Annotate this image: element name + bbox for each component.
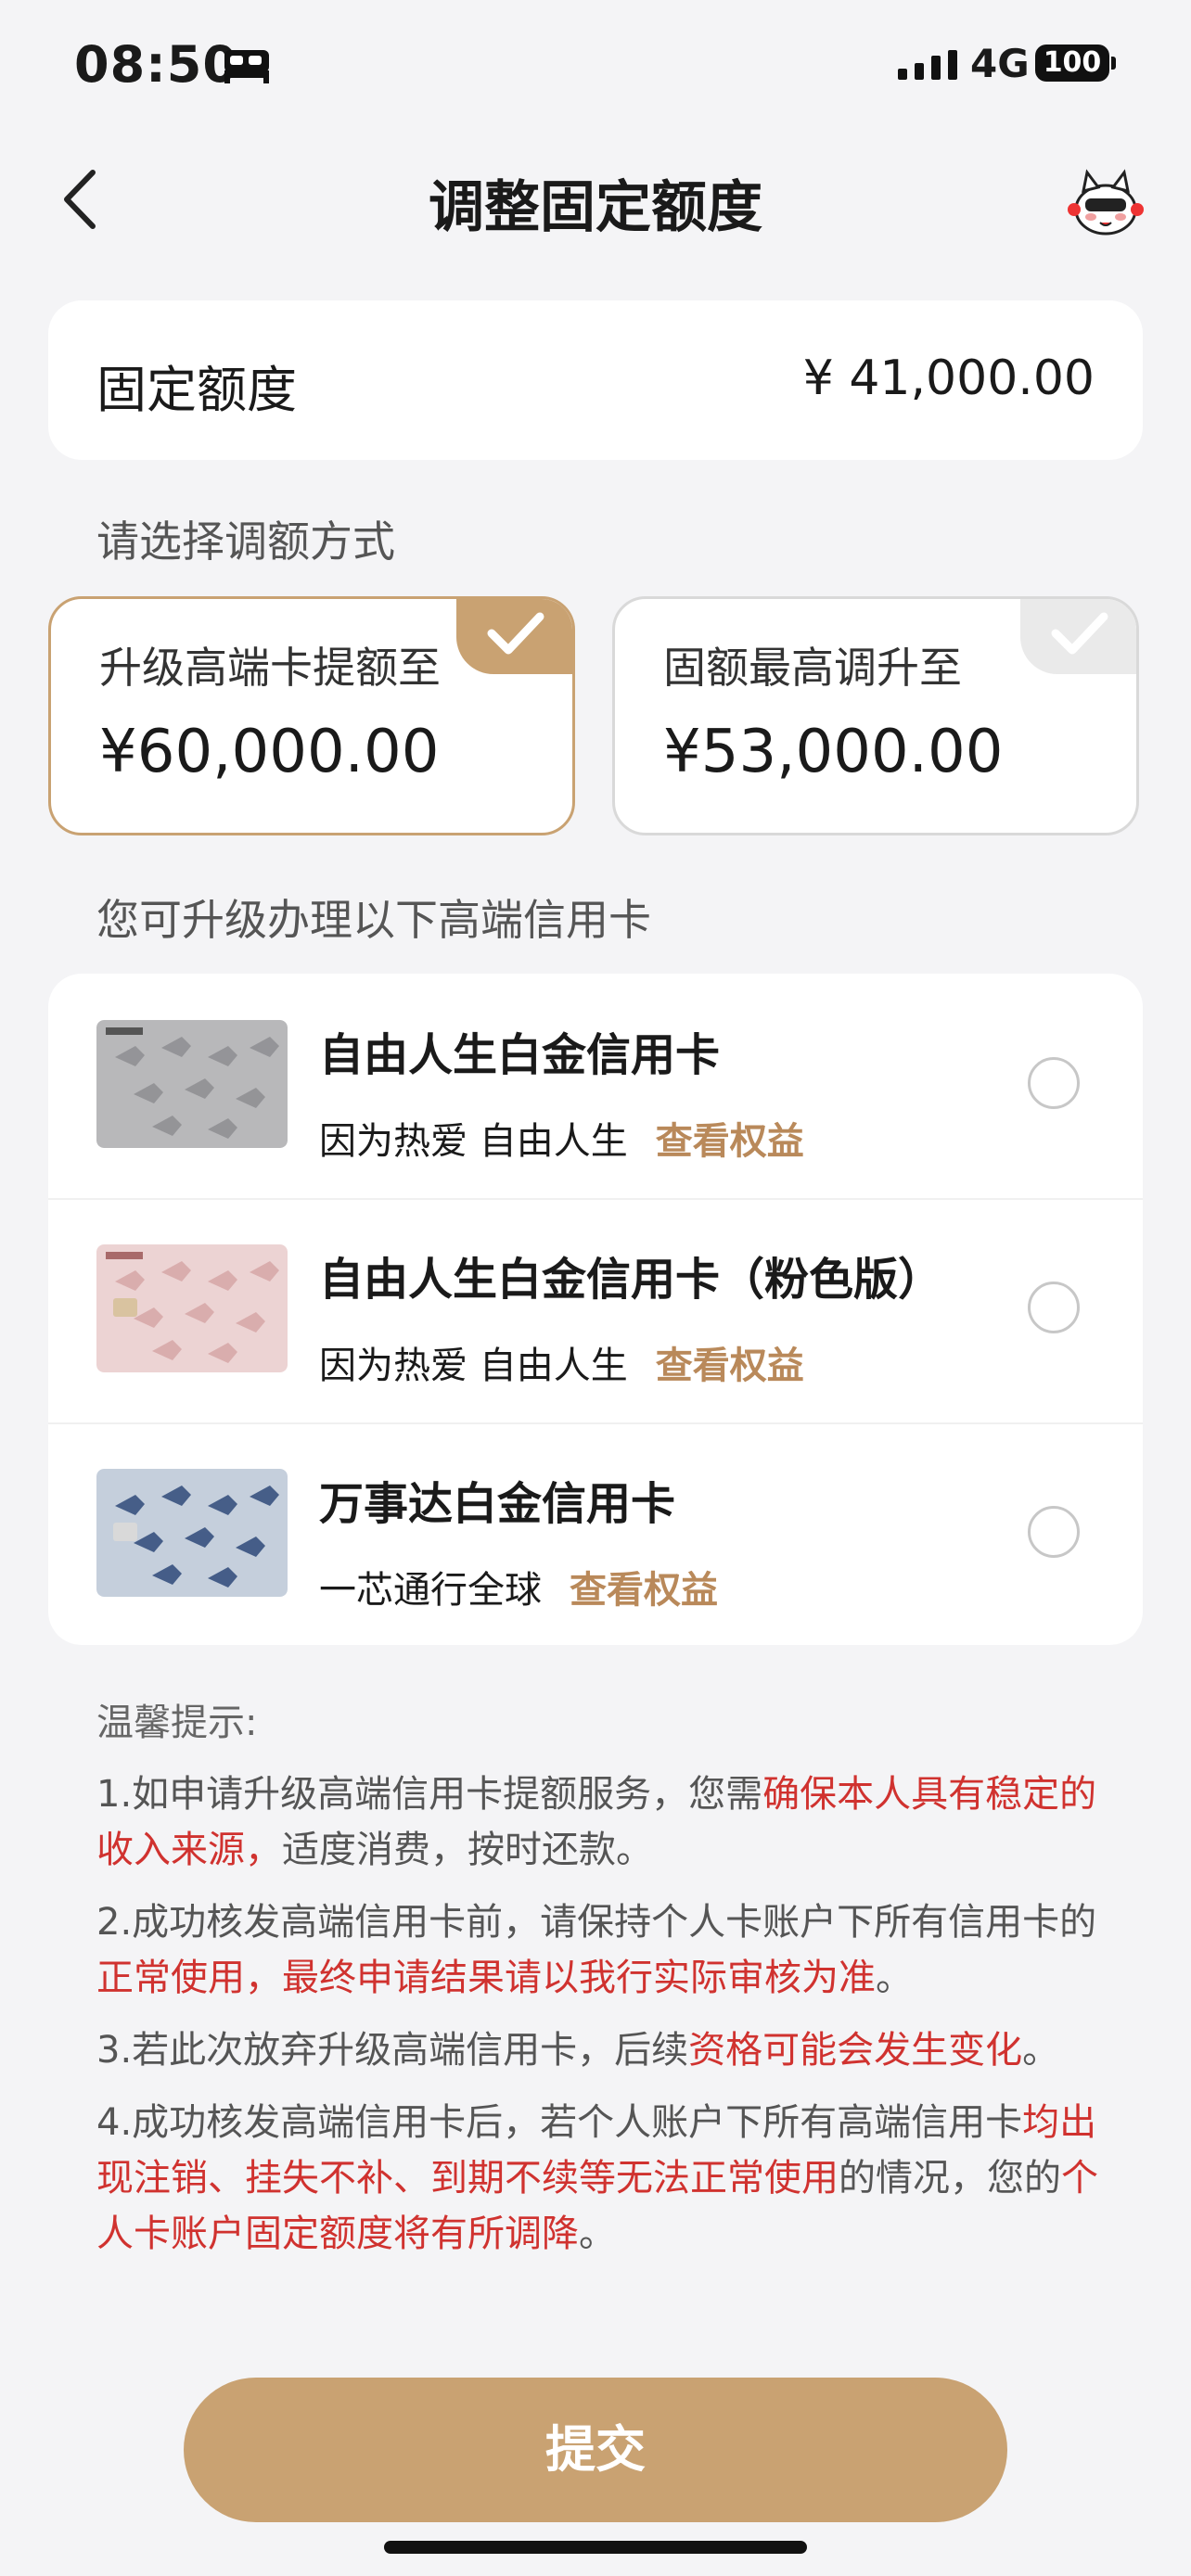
battery-cap xyxy=(1111,57,1116,70)
home-indicator xyxy=(384,2541,807,2554)
option-check-badge xyxy=(1020,599,1136,674)
tip-text: 3.若此次放弃升级高端信用卡，后续 xyxy=(96,2029,689,2072)
sleep-focus-icon xyxy=(224,50,269,83)
tips-section: 温馨提示: 1.如申请升级高端信用卡提额服务，您需确保本人具有稳定的收入来源，适… xyxy=(96,1692,1098,2278)
tip-item: 4.成功核发高端信用卡后，若个人账户下所有高端信用卡均出现注销、挂失不补、到期不… xyxy=(96,2095,1098,2262)
credit-card-image xyxy=(96,1020,288,1148)
tip-text: 4.成功核发高端信用卡后，若个人账户下所有高端信用卡 xyxy=(96,2101,1023,2144)
list-item-card-1[interactable]: 自由人生白金信用卡 因为热爱 自由人生 查看权益 xyxy=(48,974,1143,1200)
option-title: 升级高端卡提额至 xyxy=(99,643,441,693)
assistant-mascot-icon[interactable] xyxy=(1067,167,1145,237)
tip-item: 3.若此次放弃升级高端信用卡，后续资格可能会发生变化。 xyxy=(96,2022,1098,2078)
option-upgrade-card[interactable]: 升级高端卡提额至 ¥60,000.00 xyxy=(48,596,575,835)
tip-text: 适度消费，按时还款。 xyxy=(282,1829,653,1871)
tip-highlight: 正常使用，最终申请结果请以我行实际审核为准 xyxy=(96,1957,876,1999)
card-tagline: 因为热爱 自由人生 xyxy=(319,1345,628,1387)
cards-section-label: 您可升级办理以下高端信用卡 xyxy=(96,895,651,945)
tip-highlight: 资格可能会发生变化 xyxy=(688,2029,1023,2072)
page-title: 调整固定额度 xyxy=(429,175,762,240)
option-title: 固额最高调升至 xyxy=(663,643,962,693)
status-time: 08:50 xyxy=(74,35,238,94)
card-tagline: 一芯通行全球 xyxy=(319,1569,542,1612)
battery-icon: 100 xyxy=(1035,45,1109,82)
fixed-quota-label: 固定额度 xyxy=(96,361,297,419)
card-radio-button[interactable] xyxy=(1028,1282,1080,1333)
credit-card-image xyxy=(96,1469,288,1597)
card-description: 一芯通行全球 查看权益 xyxy=(319,1560,718,1613)
view-benefits-link[interactable]: 查看权益 xyxy=(570,1569,718,1612)
option-amount: ¥60,000.00 xyxy=(99,718,440,786)
tip-item: 1.如申请升级高端信用卡提额服务，您需确保本人具有稳定的收入来源，适度消费，按时… xyxy=(96,1766,1098,1878)
signal-icon xyxy=(898,50,957,80)
tip-text: 。 xyxy=(876,1957,913,1999)
tip-text: 1.如申请升级高端信用卡提额服务，您需 xyxy=(96,1773,763,1816)
card-name: 自由人生白金信用卡（粉色版） xyxy=(319,1254,943,1306)
submit-button[interactable]: 提交 xyxy=(184,2378,1007,2522)
status-bar: 08:50 4G 100 xyxy=(0,0,1191,130)
option-amount: ¥53,000.00 xyxy=(663,718,1004,786)
tip-text: 的情况，您的 xyxy=(839,2157,1061,2200)
tip-item: 2.成功核发高端信用卡前，请保持个人卡账户下所有信用卡的正常使用，最终申请结果请… xyxy=(96,1894,1098,2006)
credit-card-list: 自由人生白金信用卡 因为热爱 自由人生 查看权益 自由人生白金信用卡（粉色版） 因… xyxy=(48,974,1143,1645)
card-radio-button[interactable] xyxy=(1028,1506,1080,1558)
tip-text: 2.成功核发高端信用卡前，请保持个人卡账户下所有信用卡的 xyxy=(96,1901,1097,1944)
tips-title: 温馨提示: xyxy=(96,1702,258,1744)
nav-bar: 调整固定额度 xyxy=(0,139,1191,260)
network-type: 4G xyxy=(970,41,1030,86)
card-name: 万事达白金信用卡 xyxy=(319,1478,676,1530)
card-name: 自由人生白金信用卡 xyxy=(319,1029,721,1081)
card-tagline: 因为热爱 自由人生 xyxy=(319,1120,628,1163)
view-benefits-link[interactable]: 查看权益 xyxy=(656,1345,804,1387)
tip-text: 。 xyxy=(1022,2029,1060,2072)
checkmark-icon xyxy=(487,612,544,655)
card-radio-button[interactable] xyxy=(1028,1057,1080,1109)
view-benefits-link[interactable]: 查看权益 xyxy=(656,1120,804,1163)
card-description: 因为热爱 自由人生 查看权益 xyxy=(319,1335,804,1389)
fixed-quota-card: 固定额度 ¥ 41,000.00 xyxy=(48,300,1143,460)
credit-card-image xyxy=(96,1244,288,1372)
card-description: 因为热爱 自由人生 查看权益 xyxy=(319,1111,804,1165)
list-item-card-2[interactable]: 自由人生白金信用卡（粉色版） 因为热爱 自由人生 查看权益 xyxy=(48,1198,1143,1424)
tip-text: 。 xyxy=(579,2213,616,2255)
option-check-badge xyxy=(456,599,572,674)
checkmark-icon xyxy=(1051,612,1108,655)
list-item-card-3[interactable]: 万事达白金信用卡 一芯通行全球 查看权益 xyxy=(48,1422,1143,1645)
option-max-increase[interactable]: 固额最高调升至 ¥53,000.00 xyxy=(612,596,1139,835)
method-section-label: 请选择调额方式 xyxy=(96,516,395,567)
fixed-quota-value: ¥ 41,000.00 xyxy=(802,351,1095,406)
